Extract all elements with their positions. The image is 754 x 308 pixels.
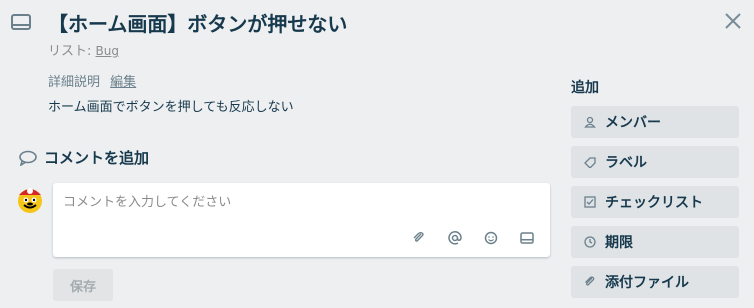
list-link[interactable]: Bug: [96, 44, 119, 58]
avatar[interactable]: [14, 183, 46, 215]
label-icon: [583, 155, 597, 169]
checklist-icon: [583, 195, 597, 209]
sidebar-button-checklist[interactable]: チェックリスト: [571, 186, 739, 218]
comment-box: [53, 183, 550, 257]
sidebar-button-label: 添付ファイル: [605, 275, 689, 291]
sidebar-button-label: 期限: [605, 235, 633, 251]
card-icon[interactable]: [518, 229, 536, 247]
sidebar-button-members[interactable]: メンバー: [571, 106, 739, 138]
member-icon: [583, 115, 597, 129]
description-text[interactable]: ホーム画面でボタンを押しても反応しない: [48, 96, 294, 115]
sidebar-button-labels[interactable]: ラベル: [571, 146, 739, 178]
description-header: 詳細説明 編集: [48, 71, 136, 90]
close-icon[interactable]: [722, 10, 744, 32]
sidebar-title: 追加: [571, 80, 599, 96]
save-button[interactable]: 保存: [53, 269, 113, 301]
comment-icon: [18, 150, 38, 167]
paperclip-icon[interactable]: [410, 229, 428, 247]
attachment-icon: [583, 275, 597, 289]
sidebar-button-attachment[interactable]: 添付ファイル: [571, 266, 739, 298]
sidebar-button-label: ラベル: [605, 155, 647, 171]
emoji-icon[interactable]: [482, 229, 500, 247]
card-title[interactable]: 【ホーム画面】ボタンが押せない: [48, 8, 347, 37]
clock-icon: [583, 235, 597, 249]
mention-icon[interactable]: [446, 229, 464, 247]
sidebar-button-due-date[interactable]: 期限: [571, 226, 739, 258]
sidebar-button-label: チェックリスト: [605, 195, 703, 211]
comment-heading: コメントを追加: [18, 147, 149, 168]
sidebar-button-label: メンバー: [605, 115, 661, 131]
list-prefix: リスト:: [48, 44, 96, 59]
edit-description-link[interactable]: 編集: [110, 75, 136, 90]
comment-heading-label: コメントを追加: [44, 149, 150, 167]
comment-tools: [410, 229, 536, 247]
list-info: リスト: Bug: [48, 40, 119, 59]
comment-input[interactable]: [63, 191, 533, 221]
card-icon: [11, 14, 31, 30]
description-label: 詳細説明: [48, 75, 101, 90]
